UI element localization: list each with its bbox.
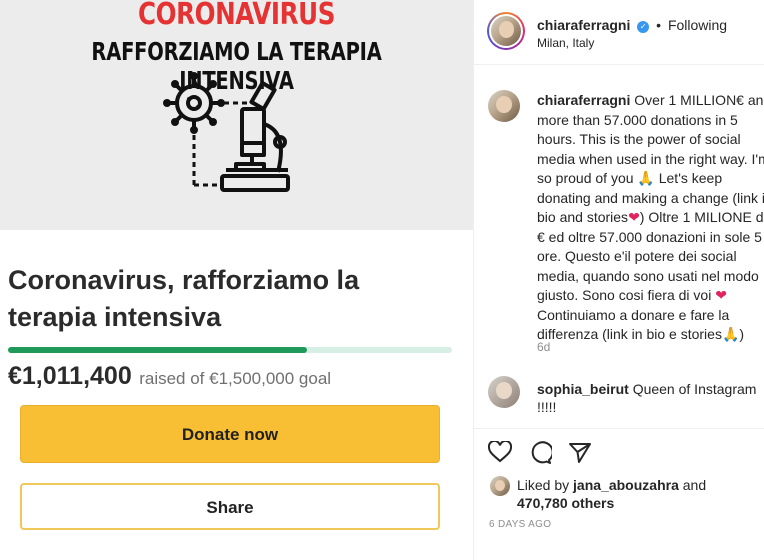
post-sidebar: chiaraferragni ✓ • Following Milan, Ital… xyxy=(473,0,764,560)
author-avatar[interactable] xyxy=(487,12,525,50)
heart-icon[interactable] xyxy=(488,441,512,463)
donation-progress-bar xyxy=(8,347,452,353)
heart-emoji-icon: ❤ xyxy=(715,287,727,303)
raised-goal-text: raised of €1,500,000 goal xyxy=(139,369,332,388)
caption-time: 6d xyxy=(537,340,551,354)
caption-username[interactable]: chiaraferragni xyxy=(537,92,630,108)
post-location[interactable]: Milan, Italy xyxy=(537,36,594,50)
verified-icon: ✓ xyxy=(637,21,650,33)
banner-title: CORONAVIRUS xyxy=(137,0,336,32)
commenter-avatar[interactable] xyxy=(488,376,520,408)
likes-prefix: Liked by xyxy=(517,477,570,493)
post-author: chiaraferragni ✓ • Following xyxy=(537,17,727,33)
share-button[interactable]: Share xyxy=(20,483,440,530)
pray-emoji-icon: 🙏 xyxy=(637,170,655,186)
caption-text-end: ) xyxy=(739,326,745,342)
likes-count[interactable]: 470,780 others xyxy=(517,495,614,511)
post-caption: chiaraferragni Over 1 MILLION€ and more … xyxy=(537,91,764,345)
liker-username[interactable]: jana_abouzahra xyxy=(573,477,679,493)
follow-status-button[interactable]: Following xyxy=(668,17,727,33)
caption-avatar[interactable] xyxy=(488,90,520,122)
header-divider xyxy=(474,64,764,65)
virus-microscope-icon xyxy=(163,72,290,192)
likes-conj: and xyxy=(682,477,707,493)
actions-divider xyxy=(474,428,764,429)
heart-emoji-icon: ❤ xyxy=(628,209,640,225)
post-image[interactable]: CORONAVIRUS RAFFORZIAMO LA TERAPIA INTEN… xyxy=(0,0,473,560)
donation-progress-fill xyxy=(8,347,308,353)
liker-avatar[interactable] xyxy=(490,476,510,496)
caption-text-4: Continuiamo a donare e fare la differenz… xyxy=(537,306,730,343)
raised-summary: €1,011,400 raised of €1,500,000 goal xyxy=(8,362,331,391)
pray-emoji-icon: 🙏 xyxy=(721,326,740,342)
campaign-banner: CORONAVIRUS RAFFORZIAMO LA TERAPIA INTEN… xyxy=(0,0,473,230)
comment: sophia_beirut Queen of Instagram !!!!! xyxy=(537,380,762,416)
share-icon[interactable] xyxy=(568,441,592,465)
likes-summary: Liked by jana_abouzahra and 470,780 othe… xyxy=(517,476,757,512)
donate-now-button[interactable]: Donate now xyxy=(20,405,440,463)
comment-icon[interactable] xyxy=(528,441,552,465)
commenter-username[interactable]: sophia_beirut xyxy=(537,381,629,397)
author-username[interactable]: chiaraferragni xyxy=(537,17,630,33)
post-timestamp: 6 DAYS AGO xyxy=(489,519,552,530)
raised-amount: €1,011,400 xyxy=(8,362,132,390)
campaign-title: Coronavirus, rafforziamo la terapia inte… xyxy=(8,265,360,332)
separator-dot: • xyxy=(656,17,662,33)
